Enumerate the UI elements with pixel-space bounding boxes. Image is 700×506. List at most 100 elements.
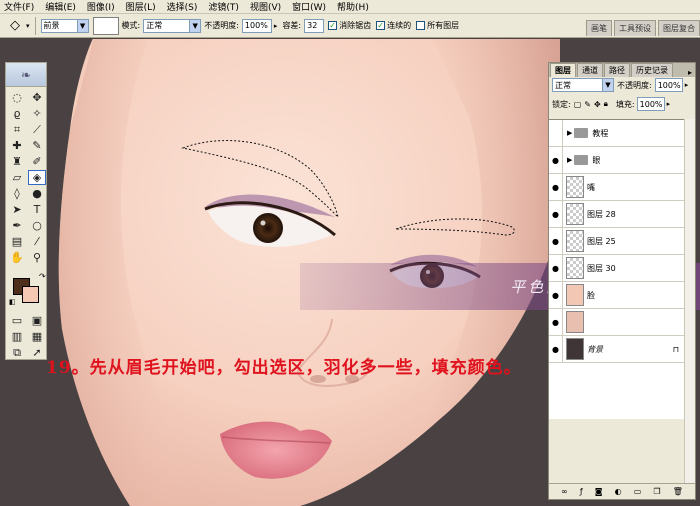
tolerance-input[interactable]: 32 bbox=[304, 18, 325, 33]
layer-row[interactable]: ● bbox=[549, 308, 685, 336]
fullscreen-mode-icon[interactable]: ▦ bbox=[28, 329, 46, 344]
crop-tool-icon[interactable]: ⌗ bbox=[8, 122, 26, 137]
layer-row[interactable]: ● 背景 ⊓ bbox=[549, 335, 685, 363]
eye-icon[interactable]: ● bbox=[549, 335, 563, 363]
marquee-tool-icon[interactable]: ◌ bbox=[8, 90, 26, 105]
lock-move-icon[interactable]: ✥ bbox=[594, 100, 601, 109]
menu-help[interactable]: 帮助(H) bbox=[337, 0, 369, 13]
blend-mode-select[interactable]: 正常 ▼ bbox=[552, 78, 614, 92]
well-tab-brushes[interactable]: 画笔 bbox=[586, 20, 612, 36]
well-tab-layer-comps[interactable]: 图层复合 bbox=[658, 20, 700, 36]
path-select-icon[interactable]: ➤ bbox=[8, 202, 26, 217]
expand-arrow-icon[interactable]: ▶ bbox=[567, 129, 572, 137]
tab-paths[interactable]: 路径 bbox=[604, 63, 630, 77]
panel-menu-icon[interactable]: ▸ bbox=[685, 68, 695, 77]
menu-image[interactable]: 图像(I) bbox=[87, 0, 115, 13]
all-layers-checkbox[interactable] bbox=[416, 21, 426, 30]
quick-mask-icon[interactable]: ▣ bbox=[28, 313, 46, 328]
menu-window[interactable]: 窗口(W) bbox=[292, 0, 326, 13]
layer-opacity-input[interactable]: 100% bbox=[654, 78, 683, 92]
shape-tool-icon[interactable]: ○ bbox=[28, 218, 46, 233]
fill-input[interactable]: 100% bbox=[636, 97, 665, 111]
background-color[interactable] bbox=[22, 286, 39, 303]
eye-icon[interactable]: ● bbox=[549, 173, 563, 201]
menu-layer[interactable]: 图层(L) bbox=[126, 0, 156, 13]
menu-filter[interactable]: 滤镜(T) bbox=[208, 0, 239, 13]
contiguous-checkbox[interactable]: ✓ bbox=[376, 21, 386, 30]
opacity-slider-arrow-icon[interactable]: ▸ bbox=[274, 22, 278, 30]
standard-mode-icon[interactable]: ▭ bbox=[8, 313, 26, 328]
tab-channels[interactable]: 通道 bbox=[577, 63, 603, 77]
eyedropper-icon[interactable]: ⁄ bbox=[28, 234, 46, 249]
layer-mask-icon[interactable]: ◙ bbox=[595, 487, 603, 496]
menu-select[interactable]: 选择(S) bbox=[167, 0, 198, 13]
layer-row[interactable]: ▶ 教程 bbox=[549, 119, 685, 147]
lock-paint-icon[interactable]: ✎ bbox=[584, 100, 591, 109]
default-colors-icon[interactable]: ◧ bbox=[9, 298, 16, 306]
slice-tool-icon[interactable]: ⟋ bbox=[28, 122, 46, 137]
opacity-arrow-icon[interactable]: ▸ bbox=[685, 81, 689, 89]
menu-file[interactable]: 文件(F) bbox=[4, 0, 34, 13]
jump-to-imageready-icon[interactable]: ⧉ bbox=[8, 345, 26, 360]
mode-select[interactable]: 正常 ▼ bbox=[143, 18, 202, 33]
antialias-checkbox[interactable]: ✓ bbox=[328, 21, 338, 30]
layer-name: 脸 bbox=[587, 290, 595, 300]
layer-row[interactable]: ● 图层 30 bbox=[549, 254, 685, 282]
tool-preset-arrow-icon[interactable]: ▾ bbox=[26, 22, 30, 30]
swap-colors-icon[interactable]: ↷ bbox=[39, 272, 46, 281]
eye-icon[interactable]: ● bbox=[549, 227, 563, 255]
pattern-swatch[interactable] bbox=[92, 16, 119, 35]
zoom-tool-icon[interactable]: ⚲ bbox=[28, 250, 46, 265]
eye-icon[interactable]: ● bbox=[549, 254, 563, 282]
fill-source-select[interactable]: 前景 ▼ bbox=[40, 18, 89, 33]
link-layers-icon[interactable]: ∞ bbox=[561, 487, 568, 496]
type-tool-icon[interactable]: T bbox=[28, 202, 46, 217]
layer-row[interactable]: ● 图层 25 bbox=[549, 227, 685, 255]
tools-header[interactable]: ❧ bbox=[6, 63, 46, 87]
new-layer-icon[interactable]: ❐ bbox=[653, 487, 660, 496]
layer-row[interactable]: ● ▶ 眼 bbox=[549, 146, 685, 174]
paint-bucket-tool-icon[interactable]: ◈ bbox=[28, 170, 46, 185]
eraser-tool-icon[interactable]: ▱ bbox=[8, 170, 26, 185]
eye-icon[interactable]: ● bbox=[549, 281, 563, 309]
magic-wand-icon[interactable]: ✧ bbox=[28, 106, 46, 121]
layer-row[interactable]: ● 图层 28 bbox=[549, 200, 685, 228]
healing-brush-icon[interactable]: ✚ bbox=[8, 138, 26, 153]
move-tool-icon[interactable]: ✥ bbox=[28, 90, 46, 105]
new-group-icon[interactable]: ▭ bbox=[634, 487, 642, 496]
layer-row[interactable]: ● 嘴 bbox=[549, 173, 685, 201]
tab-layers[interactable]: 图层 bbox=[550, 63, 576, 77]
layer-row[interactable]: ● 脸 bbox=[549, 281, 685, 309]
paint-bucket-icon[interactable]: ◇ bbox=[4, 17, 26, 35]
menu-edit[interactable]: 编辑(E) bbox=[45, 0, 76, 13]
eye-icon[interactable]: ● bbox=[549, 308, 563, 336]
adjustment-layer-icon[interactable]: ◐ bbox=[615, 487, 622, 496]
history-brush-icon[interactable]: ✐ bbox=[28, 154, 46, 169]
well-tab-tool-presets[interactable]: 工具预设 bbox=[614, 20, 656, 36]
lasso-tool-icon[interactable]: ϱ bbox=[8, 106, 26, 121]
eye-icon[interactable]: ● bbox=[549, 146, 563, 174]
blur-tool-icon[interactable]: ◊ bbox=[8, 186, 26, 201]
brush-tool-icon[interactable]: ✎ bbox=[28, 138, 46, 153]
menu-view[interactable]: 视图(V) bbox=[250, 0, 281, 13]
layer-thumbnail bbox=[566, 338, 584, 360]
screen-mode-icon[interactable]: ▥ bbox=[8, 329, 26, 344]
eye-icon[interactable]: ● bbox=[549, 200, 563, 228]
layers-scrollbar[interactable] bbox=[684, 119, 695, 484]
lock-all-icon[interactable]: 🔒︎ bbox=[604, 99, 608, 109]
notes-tool-icon[interactable]: ▤ bbox=[8, 234, 26, 249]
lock-transparent-icon[interactable]: ▢ bbox=[574, 100, 582, 109]
stamp-tool-icon[interactable]: ♜ bbox=[8, 154, 26, 169]
layer-style-icon[interactable]: ƒ bbox=[580, 487, 583, 496]
tutorial-caption: 19。先从眉毛开始吧，勾出选区，羽化多一些，填充颜色。 bbox=[46, 358, 522, 378]
imageready-icon[interactable]: ➚ bbox=[28, 345, 46, 360]
hand-tool-icon[interactable]: ✋ bbox=[8, 250, 26, 265]
visibility-toggle[interactable] bbox=[549, 119, 563, 147]
pen-tool-icon[interactable]: ✒ bbox=[8, 218, 26, 233]
fill-arrow-icon[interactable]: ▸ bbox=[667, 100, 671, 108]
tab-history[interactable]: 历史记录 bbox=[631, 63, 673, 77]
opacity-input[interactable]: 100% bbox=[241, 18, 272, 33]
expand-arrow-icon[interactable]: ▶ bbox=[567, 156, 572, 164]
trash-icon[interactable]: 🗑︎ bbox=[673, 487, 683, 496]
dodge-tool-icon[interactable]: ● bbox=[28, 186, 46, 201]
